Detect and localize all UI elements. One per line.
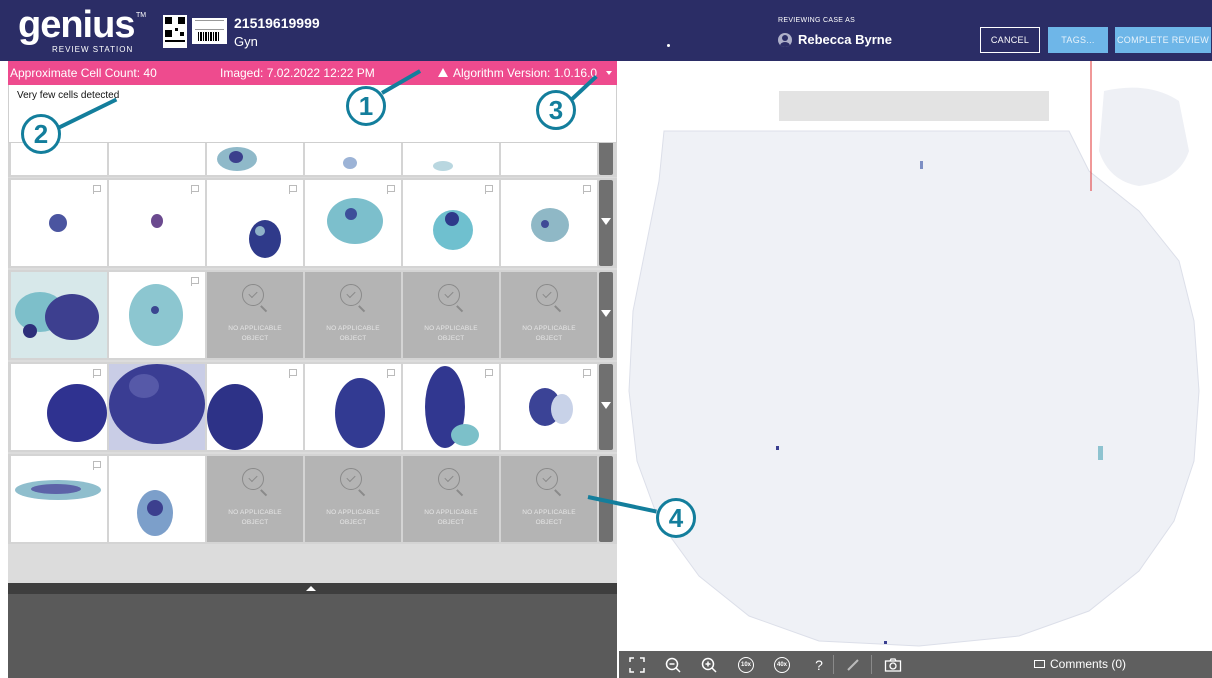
gallery-row: [8, 362, 617, 452]
flag-icon[interactable]: [583, 369, 591, 378]
row-expand-arrow[interactable]: [599, 272, 613, 358]
no-applicable-object-tile: NO APPLICABLE OBJECT: [207, 272, 303, 358]
case-id: 21519619999: [234, 15, 320, 31]
cell-tile[interactable]: [11, 364, 107, 450]
cell-tile[interactable]: [207, 143, 303, 175]
flag-icon[interactable]: [387, 369, 395, 378]
slide-image: [628, 61, 1200, 647]
help-icon[interactable]: ?: [809, 655, 829, 674]
message-panel: Very few cells detected: [8, 85, 617, 143]
toolbar-divider: [871, 655, 872, 674]
flag-icon[interactable]: [93, 461, 101, 470]
cell-tile[interactable]: [109, 456, 205, 542]
cell-tile[interactable]: [11, 456, 107, 542]
zoom-40x-button[interactable]: 40x: [772, 655, 792, 674]
callout-marker: 4: [656, 498, 696, 538]
no-applicable-object-tile: NO APPLICABLE OBJECT: [403, 272, 499, 358]
cell-tile[interactable]: [305, 180, 401, 266]
cell-tile[interactable]: [207, 180, 303, 266]
cell-tile[interactable]: [109, 143, 205, 175]
no-applicable-object-tile: NO APPLICABLE OBJECT: [403, 456, 499, 542]
cell-tile[interactable]: [403, 364, 499, 450]
gallery-row: NO APPLICABLE OBJECT NO APPLICABLE OBJECT …: [8, 454, 617, 544]
pen-icon[interactable]: [843, 655, 863, 674]
viewer-toolbar: 10x 40x ? Comments (0): [619, 651, 1212, 678]
zoom-out-icon[interactable]: [663, 655, 683, 674]
case-info-bar: Approximate Cell Count: 40 Imaged: 7.02.…: [8, 61, 617, 85]
chevron-down-icon[interactable]: [606, 71, 612, 75]
gallery-row: [8, 178, 617, 268]
comment-icon: [1034, 660, 1045, 668]
cancel-button[interactable]: CANCEL: [980, 27, 1040, 53]
row-expand-arrow[interactable]: [599, 180, 613, 266]
cell-tile[interactable]: [305, 143, 401, 175]
slide-viewer[interactable]: [619, 61, 1212, 651]
callout-marker: 1: [346, 86, 386, 126]
flag-icon[interactable]: [289, 369, 297, 378]
zoom-10x-button[interactable]: 10x: [736, 655, 756, 674]
cell-tile[interactable]: [109, 180, 205, 266]
logo-wordmark: genius: [18, 4, 135, 46]
no-applicable-object-tile: NO APPLICABLE OBJECT: [501, 272, 597, 358]
logo-subtitle: REVIEW STATION: [52, 45, 134, 54]
zoom-in-icon[interactable]: [699, 655, 719, 674]
drawer-toggle[interactable]: [8, 583, 617, 594]
app-header: genius TM REVIEW STATION 21519619999 Gyn…: [0, 0, 1212, 61]
no-applicable-object-tile: NO APPLICABLE OBJECT: [305, 456, 401, 542]
row-expand-arrow[interactable]: [599, 364, 613, 450]
genius-logo: genius TM REVIEW STATION: [18, 6, 148, 56]
cell-tile[interactable]: [403, 143, 499, 175]
callout-marker: 3: [536, 90, 576, 130]
user-avatar-icon: [778, 33, 792, 47]
comments-label: Comments (0): [1050, 657, 1127, 671]
cell-tile[interactable]: [501, 180, 597, 266]
row-scrollbar[interactable]: [599, 143, 613, 175]
fit-screen-icon[interactable]: [627, 655, 647, 674]
cell-gallery: NO APPLICABLE OBJECT NO APPLICABLE OBJECT …: [8, 143, 617, 583]
drawer-panel: [8, 594, 617, 678]
message-text: Very few cells detected: [17, 90, 120, 101]
user-name: Rebecca Byrne: [798, 32, 892, 47]
no-applicable-object-tile: NO APPLICABLE OBJECT: [207, 456, 303, 542]
cell-tile[interactable]: [109, 364, 205, 450]
flag-icon[interactable]: [93, 369, 101, 378]
flag-icon[interactable]: [485, 185, 493, 194]
cell-tile[interactable]: [11, 272, 107, 358]
complete-review-button[interactable]: COMPLETE REVIEW: [1115, 27, 1211, 53]
cell-tile[interactable]: [501, 143, 597, 175]
case-type: Gyn: [234, 34, 258, 49]
toolbar-divider: [833, 655, 834, 674]
flag-icon[interactable]: [485, 369, 493, 378]
flag-icon[interactable]: [289, 185, 297, 194]
flag-icon[interactable]: [191, 277, 199, 286]
gallery-row: [8, 143, 617, 177]
cell-tile[interactable]: [109, 272, 205, 358]
reviewing-label: REVIEWING CASE AS: [778, 17, 856, 24]
cell-tile[interactable]: [305, 364, 401, 450]
cursor-dot: [667, 44, 670, 47]
callout-marker: 2: [21, 114, 61, 154]
flag-icon[interactable]: [93, 185, 101, 194]
camera-icon[interactable]: [883, 655, 903, 674]
flag-icon[interactable]: [387, 185, 395, 194]
cell-tile[interactable]: [207, 364, 303, 450]
no-applicable-object-tile: NO APPLICABLE OBJECT: [501, 456, 597, 542]
cell-count: Approximate Cell Count: 40: [10, 66, 157, 80]
flag-icon[interactable]: [583, 185, 591, 194]
algorithm-version: Algorithm Version: 1.0.16.0: [453, 66, 598, 80]
logo-trademark: TM: [136, 12, 147, 19]
gallery-row: NO APPLICABLE OBJECT NO APPLICABLE OBJECT …: [8, 270, 617, 360]
tags-button[interactable]: TAGS...: [1048, 27, 1108, 53]
flag-icon[interactable]: [191, 185, 199, 194]
cell-tile[interactable]: [11, 180, 107, 266]
cell-tile[interactable]: [403, 180, 499, 266]
qr-code-icon: [163, 15, 187, 48]
cell-tile[interactable]: [501, 364, 597, 450]
no-applicable-object-tile: NO APPLICABLE OBJECT: [305, 272, 401, 358]
slide-label-icon: [192, 18, 227, 44]
imaged-date: Imaged: 7.02.2022 12:22 PM: [220, 66, 375, 80]
comments-button[interactable]: Comments (0): [1034, 657, 1126, 671]
warning-icon[interactable]: [438, 68, 448, 77]
cell-tile[interactable]: [11, 143, 107, 175]
